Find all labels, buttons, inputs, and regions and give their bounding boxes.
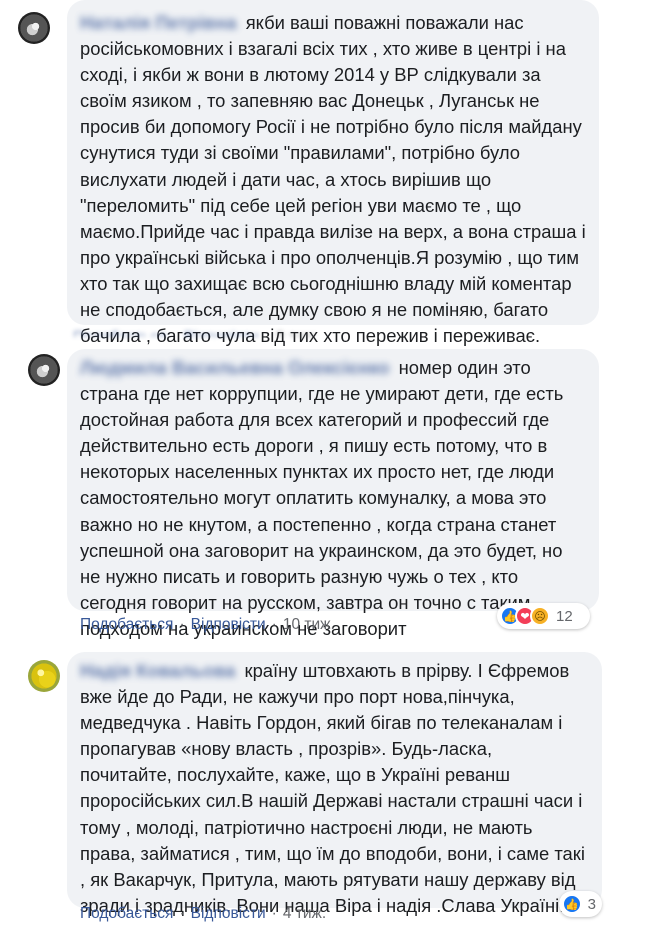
commenter-avatar[interactable] xyxy=(28,660,60,692)
comment-author[interactable]: Наталія Петрівна xyxy=(80,10,237,36)
comment-time[interactable]: 4 тиж. xyxy=(283,905,326,923)
separator-dot: · xyxy=(179,616,185,633)
like-link[interactable]: Подобається xyxy=(80,616,173,634)
separator-dot: · xyxy=(271,616,277,633)
like-reaction-icon: 👍 xyxy=(562,894,582,914)
reply-link[interactable]: Відповісти xyxy=(191,905,266,923)
reactions-summary[interactable]: 👍 3 xyxy=(559,891,602,917)
reaction-count: 12 xyxy=(556,607,573,625)
separator-dot: · xyxy=(179,905,185,922)
comment-actions: Подобається · Відповісти · 4 тиж. xyxy=(80,905,326,923)
like-link[interactable]: Подобається xyxy=(73,323,166,337)
separator-dot: · xyxy=(271,905,277,922)
commenter-avatar[interactable] xyxy=(28,354,60,386)
comment-actions: Подобається · Відповісти · 9 тиж. xyxy=(73,323,319,337)
comment-time[interactable]: 10 тиж. xyxy=(283,616,335,634)
comment-time[interactable]: 9 тиж. xyxy=(276,323,319,337)
comment-bubble: Надія Ковальова країну штовхають в прірв… xyxy=(67,652,602,916)
comment-actions: Подобається · Відповісти · 10 тиж. xyxy=(80,616,335,634)
separator-dot: · xyxy=(172,323,177,337)
reaction-count: 3 xyxy=(587,895,596,913)
reactions-summary[interactable]: 👍 ❤ ☹ 12 xyxy=(497,603,590,629)
sad-reaction-icon: ☹ xyxy=(530,606,550,626)
comment-bubble: Людмила Васильевна Олексієнко номер один… xyxy=(67,349,599,639)
comment-author[interactable]: Надія Ковальова xyxy=(80,658,235,684)
comment-author[interactable]: Людмила Васильевна Олексієнко xyxy=(80,355,389,381)
comment-text: якби ваші поважні поважали нас російсько… xyxy=(80,12,586,347)
reply-link[interactable]: Відповісти xyxy=(184,323,259,337)
commenter-avatar[interactable] xyxy=(18,12,50,44)
comment-text: номер один это страна где нет коррупции,… xyxy=(80,357,564,639)
comment-bubble: Наталія Петрівна якби ваші поважні поваж… xyxy=(67,0,599,346)
separator-dot: · xyxy=(265,323,270,337)
comment-text: країну штовхають в прірву. І Єфремов вже… xyxy=(80,660,585,916)
like-link[interactable]: Подобається xyxy=(80,905,173,923)
reply-link[interactable]: Відповісти xyxy=(191,616,266,634)
